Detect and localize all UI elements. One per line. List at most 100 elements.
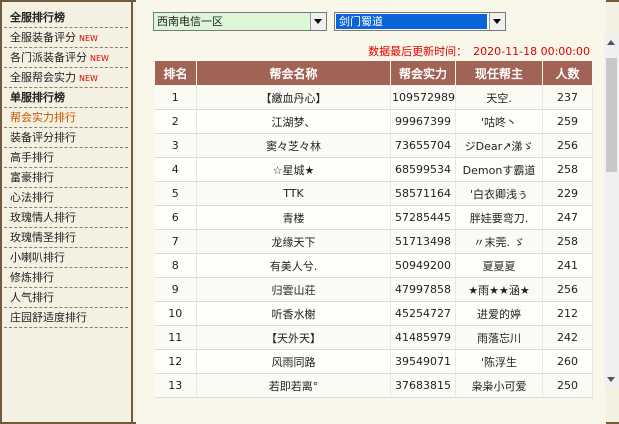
region-select-value: 西南电信一区 <box>157 15 223 28</box>
col-header-guild-name: 帮会名称 <box>196 60 391 86</box>
guild-name-cell: 风雨同路 <box>196 349 391 374</box>
rank-cell: 8 <box>154 253 197 278</box>
guild-name-cell: 【繳血丹心】 <box>196 85 391 110</box>
members-cell: 229 <box>542 181 593 206</box>
sidebar-item[interactable]: 玫瑰情人排行 <box>4 208 128 228</box>
chevron-down-icon[interactable] <box>310 13 326 30</box>
scroll-thumb[interactable] <box>606 58 617 172</box>
sidebar-item[interactable]: 装备评分排行 <box>4 128 128 148</box>
guild-name-cell: 青楼 <box>196 205 391 230</box>
guild-power-cell: 58571164 <box>390 181 456 206</box>
guild-name-cell: TTK <box>196 181 391 206</box>
rank-cell: 10 <box>154 301 197 326</box>
scrollbar[interactable] <box>604 34 619 388</box>
members-cell: 242 <box>542 325 593 350</box>
table-row: 11 【天外天】 41485979 雨落忘川 242 <box>154 325 593 350</box>
leader-cell: 夏夏夏 <box>455 253 543 278</box>
sidebar-item[interactable]: 帮会实力排行 <box>4 108 128 128</box>
sidebar-item[interactable]: 玫瑰情圣排行 <box>4 228 128 248</box>
sidebar-item[interactable]: 小喇叭排行 <box>4 248 128 268</box>
rank-cell: 7 <box>154 229 197 254</box>
guild-power-cell: 57285445 <box>390 205 456 230</box>
sidebar-divider <box>131 0 133 424</box>
leader-cell: 雨落忘川 <box>455 325 543 350</box>
members-cell: 237 <box>542 85 593 110</box>
sidebar-item[interactable]: 人气排行 <box>4 288 128 308</box>
guild-name-cell: 【天外天】 <box>196 325 391 350</box>
sidebar-item-label: 全服帮会实力 <box>10 71 76 84</box>
members-cell: 212 <box>542 301 593 326</box>
rank-cell: 4 <box>154 157 197 182</box>
guild-power-cell: 47997858 <box>390 277 456 302</box>
guild-power-cell: 51713498 <box>390 229 456 254</box>
members-cell: 259 <box>542 109 593 134</box>
leader-cell: Demonす霸道 <box>455 157 543 182</box>
scroll-up-icon[interactable] <box>604 34 619 51</box>
leader-cell: 进爱的婷 <box>455 301 543 326</box>
table-row: 13 若即若离° 37683815 枭枭小可爱 250 <box>154 373 593 398</box>
guild-power-cell: 109572989 <box>390 85 456 110</box>
scroll-down-icon[interactable] <box>604 371 619 388</box>
new-badge: NEW <box>79 34 98 43</box>
guild-power-cell: 37683815 <box>390 373 456 398</box>
rank-cell: 2 <box>154 109 197 134</box>
sidebar-item[interactable]: 全服装备评分 NEW <box>4 28 128 48</box>
sidebar-item[interactable]: 富豪排行 <box>4 168 128 188</box>
guild-power-cell: 45254727 <box>390 301 456 326</box>
sidebar-item[interactable]: 庄园舒适度排行 <box>4 308 128 328</box>
chevron-down-icon[interactable] <box>489 13 505 30</box>
leader-cell: 〃末莞. ゞ <box>455 229 543 254</box>
new-badge: NEW <box>79 74 98 83</box>
members-cell: 247 <box>542 205 593 230</box>
table-row: 5 TTK 58571164 '白衣卿浅ぅ 229 <box>154 181 593 206</box>
guild-name-cell: 有美人兮. <box>196 253 391 278</box>
rank-cell: 6 <box>154 205 197 230</box>
sidebar-item-label: 小喇叭排行 <box>10 251 65 264</box>
sidebar-item[interactable]: 修炼排行 <box>4 268 128 288</box>
table-header-row: 排名 帮会名称 帮会实力 现任帮主 人数 <box>154 60 593 86</box>
sidebar-item-label: 装备评分排行 <box>10 131 76 144</box>
table-row: 4 ☆星城★ 68599534 Demonす霸道 258 <box>154 157 593 182</box>
leader-cell: ★雨★★涵★ <box>455 277 543 302</box>
main-panel: 西南电信一区 剑门蜀道 数据最后更新时间： 2020-11-18 00:00:00… <box>136 0 606 424</box>
new-badge: NEW <box>90 54 109 63</box>
sidebar-item-label: 单服排行榜 <box>10 91 65 104</box>
sidebar-item-label: 全服排行榜 <box>10 11 65 24</box>
guild-power-cell: 50949200 <box>390 253 456 278</box>
sidebar-item[interactable]: 各门派装备评分 NEW <box>4 48 128 68</box>
table-row: 12 风雨同路 39549071 '陈浮生 260 <box>154 349 593 374</box>
table-body: 1 【繳血丹心】 109572989 天空. 237 2 江湖梦、 99967399 '咕咚丶 2… <box>154 85 593 398</box>
sidebar-item[interactable]: 高手排行 <box>4 148 128 168</box>
rank-cell: 9 <box>154 277 197 302</box>
sidebar-item-label: 玫瑰情人排行 <box>10 211 76 224</box>
rank-cell: 5 <box>154 181 197 206</box>
sidebar-item-label: 高手排行 <box>10 151 54 164</box>
sidebar-item-label: 心法排行 <box>10 191 54 204</box>
guild-name-cell: 听香水榭 <box>196 301 391 326</box>
leader-cell: 胖娃要弯刀. <box>455 205 543 230</box>
server-select[interactable]: 剑门蜀道 <box>334 12 506 31</box>
sidebar-item[interactable]: 全服帮会实力 NEW <box>4 68 128 88</box>
members-cell: 258 <box>542 229 593 254</box>
rank-cell: 13 <box>154 373 197 398</box>
region-select[interactable]: 西南电信一区 <box>153 12 327 31</box>
members-cell: 250 <box>542 373 593 398</box>
table-row: 6 青楼 57285445 胖娃要弯刀. 247 <box>154 205 593 230</box>
table-row: 1 【繳血丹心】 109572989 天空. 237 <box>154 85 593 110</box>
rank-cell: 12 <box>154 349 197 374</box>
rank-cell: 1 <box>154 85 197 110</box>
sidebar-item[interactable]: 心法排行 <box>4 188 128 208</box>
sidebar-item-label: 各门派装备评分 <box>10 51 87 64</box>
update-timestamp: 2020-11-18 00:00:00 <box>473 45 590 58</box>
sidebar-item-label: 人气排行 <box>10 291 54 304</box>
col-header-leader: 现任帮主 <box>455 60 543 86</box>
leader-cell: '陈浮生 <box>455 349 543 374</box>
leader-cell: 枭枭小可爱 <box>455 373 543 398</box>
table-row: 9 归雲山荘 47997858 ★雨★★涵★ 256 <box>154 277 593 302</box>
sidebar-item-label: 帮会实力排行 <box>10 111 76 124</box>
guild-name-cell: 归雲山荘 <box>196 277 391 302</box>
col-header-members: 人数 <box>542 60 593 86</box>
sidebar-section-header: 全服排行榜 <box>4 8 128 28</box>
sidebar-section-header: 单服排行榜 <box>4 88 128 108</box>
members-cell: 260 <box>542 349 593 374</box>
